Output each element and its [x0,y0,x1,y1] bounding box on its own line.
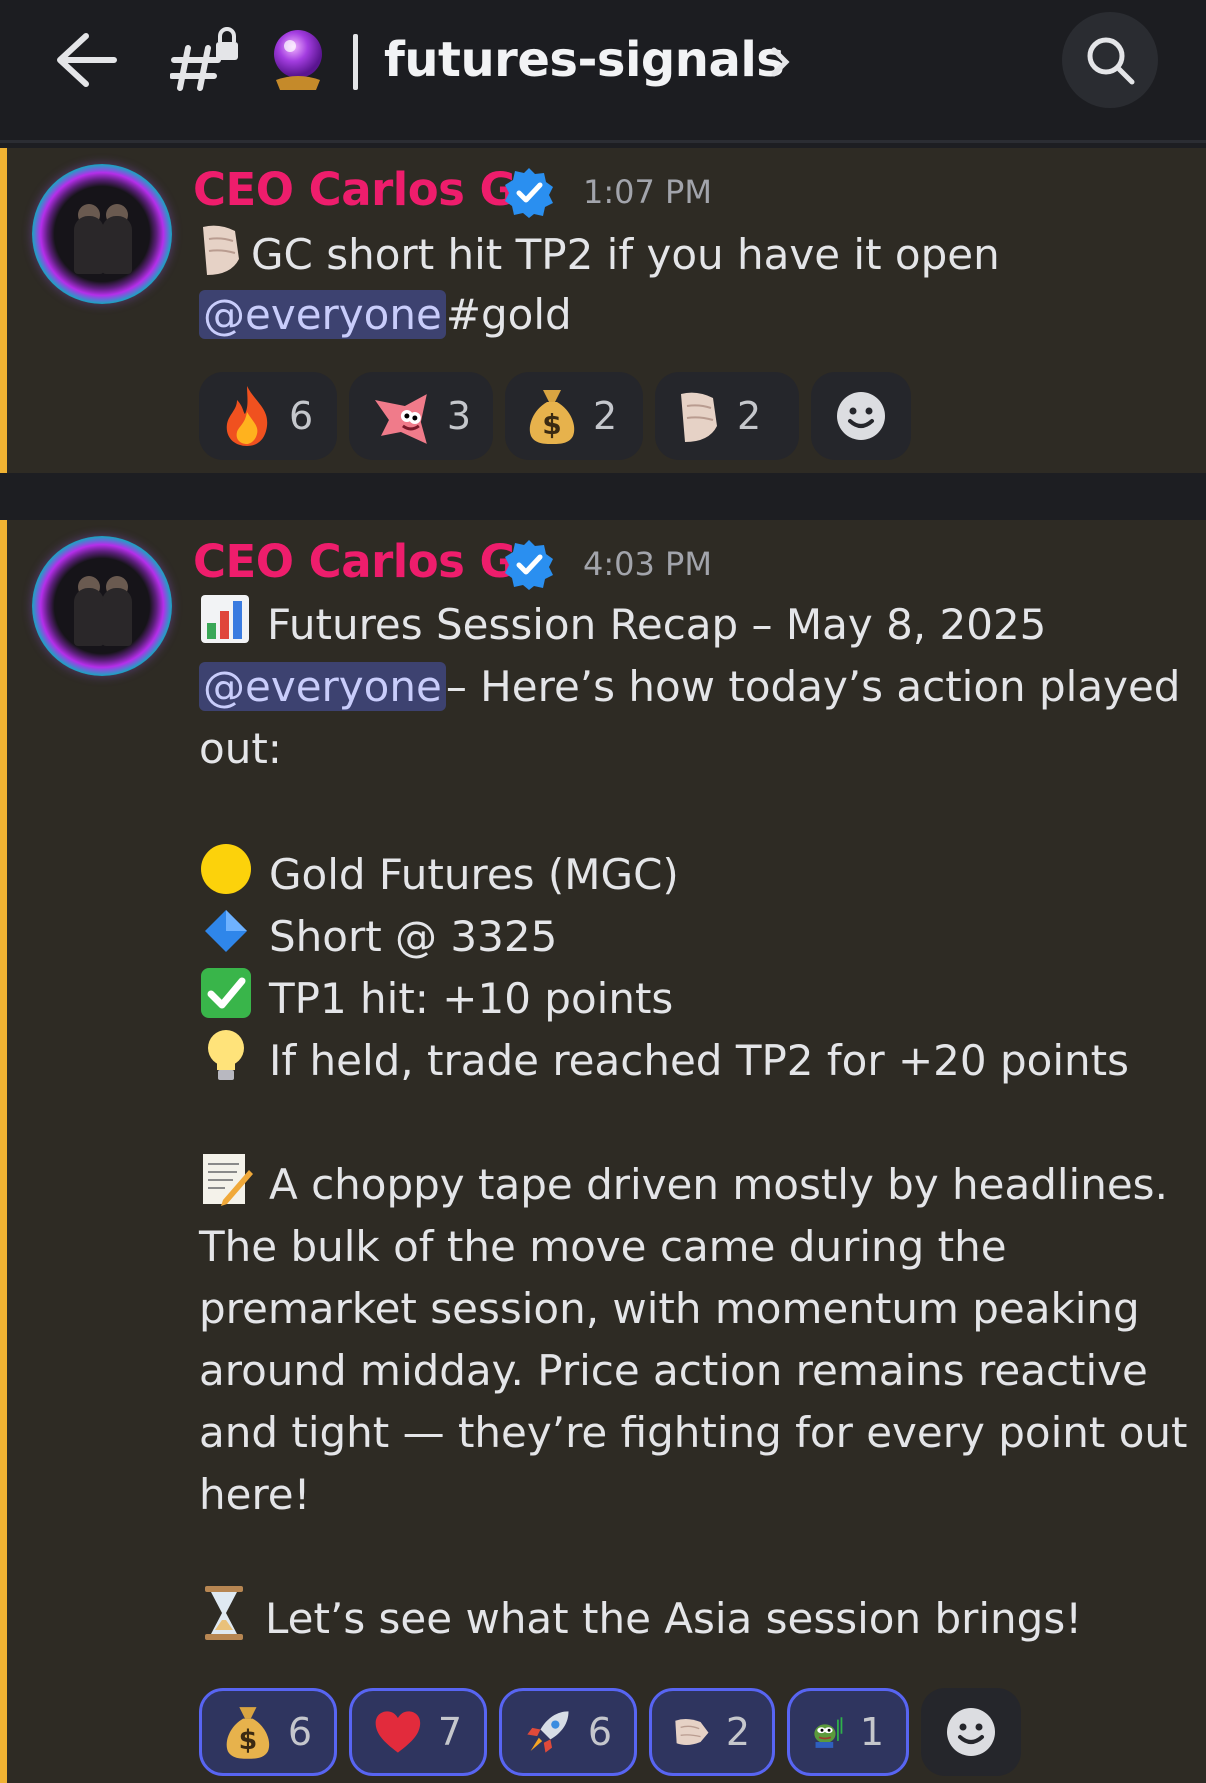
heart-icon [375,1711,421,1753]
avatar[interactable] [32,164,172,304]
reaction-fist[interactable]: 2 [649,1688,775,1776]
reaction-count: 3 [446,394,471,438]
smiley-icon [947,1708,995,1756]
yellow-circle-icon [199,842,253,906]
bar-chart-icon [199,593,251,655]
search-icon [1087,37,1135,85]
chevron-right-icon[interactable] [764,40,798,84]
bullet-text: TP1 hit: +10 points [269,973,674,1023]
reaction-count: 1 [859,1710,884,1754]
bullet-text: If held, trade reached TP2 for +20 point… [269,1035,1129,1085]
message-text: – Here’s how today’s action played [445,661,1181,711]
author-name[interactable]: CEO Carlos G. [193,164,533,216]
svg-text:$: $ [239,1725,258,1756]
reactions-bar: 6 3 $ 2 2 [199,372,911,460]
message-text: GC short hit TP2 if you have it open [251,229,1000,279]
mention-everyone[interactable]: @everyone [199,661,446,711]
hourglass-icon [199,1584,249,1652]
reaction-pepe[interactable]: 1 [787,1688,909,1776]
reaction-fist[interactable]: 2 [655,372,799,460]
reaction-money-bag[interactable]: $ 6 [199,1688,337,1776]
fist-icon [675,1719,709,1745]
message-1[interactable]: CEO Carlos G. 1:07 PM GC short hit TP2 i… [0,148,1206,473]
money-bag-icon: $ [529,390,575,444]
mention-everyone[interactable]: @everyone [199,289,446,339]
timestamp: 4:03 PM [583,545,712,583]
reaction-fire[interactable]: 6 [199,372,337,460]
fist-emoji-icon [199,219,243,289]
hashtag: #gold [445,289,572,339]
channel-name[interactable]: futures-signals [384,28,785,92]
paragraph-line: here! [199,1469,311,1519]
bullet-text: Gold Futures (MGC) [269,849,679,899]
separator [353,34,358,90]
verified-badge-icon [503,166,555,218]
reaction-patrick[interactable]: 3 [349,372,493,460]
blue-diamond-icon [199,904,253,968]
timestamp: 1:07 PM [583,173,712,211]
add-reaction-button[interactable] [811,372,911,460]
reaction-count: 7 [437,1710,462,1754]
paragraph-line: A choppy tape driven mostly by headlines… [269,1159,1168,1209]
avatar[interactable] [32,536,172,676]
reaction-rocket[interactable]: 6 [499,1688,637,1776]
channel-header: futures-signals [0,0,1206,143]
verified-badge-icon [503,538,555,590]
back-arrow-icon[interactable] [52,28,120,92]
reactions-bar: $ 6 7 6 2 1 [199,1688,1021,1776]
reaction-count: 2 [725,1710,750,1754]
paragraph-line: and tight — they’re fighting for every p… [199,1407,1188,1457]
recap-title: Futures Session Recap – May 8, 2025 [267,599,1047,649]
hash-lock-icon [169,26,242,92]
reaction-count: 6 [287,1710,312,1754]
fist-icon [681,392,717,442]
memo-icon [199,1152,253,1216]
svg-text:$: $ [542,408,561,441]
crystal-ball-icon [268,28,328,92]
message-text: out: [199,723,282,773]
author-name[interactable]: CEO Carlos G. [193,536,533,588]
reaction-money-bag[interactable]: $ 2 [505,372,643,460]
bullet-text: Short @ 3325 [269,911,558,961]
search-button[interactable] [1062,12,1158,108]
reaction-heart[interactable]: 7 [349,1688,487,1776]
paragraph-line: The bulk of the move came during the [199,1221,1007,1271]
check-mark-icon [199,966,253,1030]
message-2[interactable]: CEO Carlos G. 4:03 PM Futures Session Re… [0,520,1206,1783]
pepe-chart-icon [814,1717,843,1748]
smiley-icon [837,392,885,440]
light-bulb-icon [199,1026,253,1094]
reaction-count: 2 [737,394,762,438]
paragraph-line: premarket session, with momentum peaking [199,1283,1140,1333]
fire-icon [226,386,268,446]
reaction-count: 6 [289,394,314,438]
reaction-count: 2 [593,394,618,438]
money-bag-icon: $ [226,1707,270,1759]
patrick-star-icon [374,394,427,444]
closing-text: Let’s see what the Asia session brings! [265,1593,1083,1643]
rocket-icon [527,1711,569,1753]
reaction-count: 6 [587,1710,612,1754]
add-reaction-button[interactable] [921,1688,1021,1776]
paragraph-line: around midday. Price action remains reac… [199,1345,1148,1395]
